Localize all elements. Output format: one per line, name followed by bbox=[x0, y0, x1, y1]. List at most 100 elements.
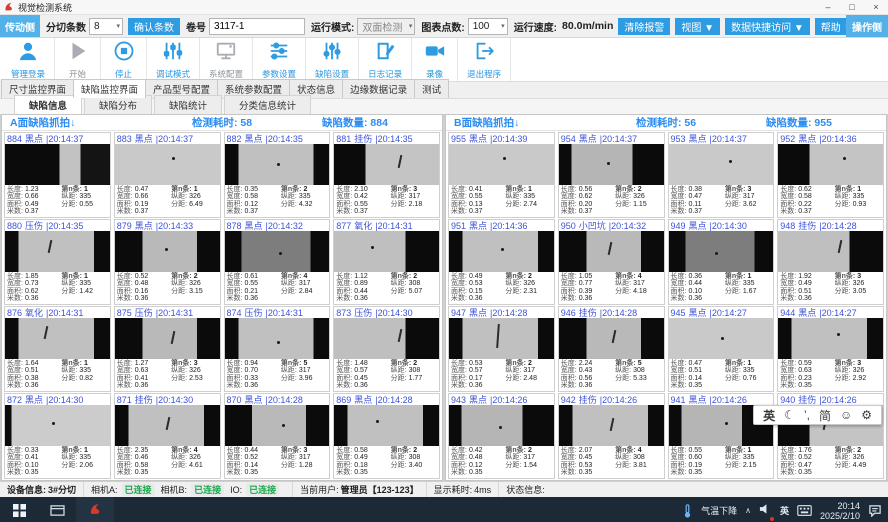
run-mode-select[interactable]: 双面检测 ▾ bbox=[357, 18, 415, 35]
detail-label: 第n条: bbox=[171, 360, 192, 367]
detail-label: 面积: bbox=[336, 201, 352, 208]
defect-cell[interactable]: 878黑点|20:14:32长度:0.61宽度:0.55面积:0.21米数:0.… bbox=[224, 219, 331, 305]
detail-value: 0.70 bbox=[244, 367, 258, 374]
weather-text[interactable]: 气温下降 bbox=[701, 504, 737, 517]
clear-alarm-button[interactable]: 清除报警 bbox=[618, 18, 670, 35]
maximize-button[interactable]: □ bbox=[840, 0, 864, 14]
confirm-count-button[interactable]: 确认条数 bbox=[128, 18, 180, 35]
main-tab-1[interactable]: 缺陷监控界面 bbox=[73, 79, 146, 98]
ribbon-button-slidersv[interactable]: 缺陷设置 bbox=[306, 38, 359, 81]
defect-cell[interactable]: 874压伤|20:14:31长度:0.94宽度:0.70面积:0.33米数:0.… bbox=[224, 306, 331, 392]
detail-label: 面积: bbox=[227, 462, 243, 469]
ime-emoji-icon[interactable]: ☺ bbox=[840, 408, 852, 422]
sub-tab-0[interactable]: 缺陷信息 bbox=[14, 95, 82, 114]
defect-details-right: 第n条:1纵距:326分距:6.49 bbox=[171, 186, 217, 216]
detail-value: 0.15 bbox=[469, 288, 483, 295]
defect-cell[interactable]: 946挂伤|20:14:28长度:2.24宽度:0.43面积:0.56米数:0.… bbox=[558, 306, 665, 392]
defect-cell[interactable]: 952黑点|20:14:36长度:0.62宽度:0.58面积:0.22米数:0.… bbox=[777, 132, 884, 218]
minimize-button[interactable]: – bbox=[816, 0, 840, 14]
defect-cell[interactable]: 948挂伤|20:14:28长度:1.92宽度:0.49面积:0.51米数:0.… bbox=[777, 219, 884, 305]
ime-lang-toggle[interactable]: 英 bbox=[763, 407, 775, 424]
defect-type: 黑点 bbox=[469, 394, 487, 405]
defect-cell[interactable]: 951黑点|20:14:36长度:0.49宽度:0.53面积:0.15米数:0.… bbox=[448, 219, 555, 305]
sub-tab-2[interactable]: 缺陷统计 bbox=[154, 95, 222, 114]
ribbon-button-journal[interactable]: 日志记录 bbox=[359, 38, 412, 81]
defect-cell[interactable]: 879黑点|20:14:33长度:0.52宽度:0.48面积:0.16米数:0.… bbox=[114, 219, 221, 305]
defect-cell[interactable]: 947黑点|20:14:28长度:0.53宽度:0.57面积:0.17米数:0.… bbox=[448, 306, 555, 392]
detail-row: 分距:6.49 bbox=[171, 201, 217, 209]
defect-cell[interactable]: 953黑点|20:14:37长度:0.38宽度:0.47面积:0.11米数:0.… bbox=[668, 132, 775, 218]
detail-label: 分距: bbox=[281, 288, 297, 295]
slit-count-select[interactable]: 8 ▾ bbox=[89, 18, 123, 35]
defect-details-left: 长度:1.64宽度:0.51面积:0.38米数:0.36 bbox=[7, 360, 61, 390]
taskbar-clock[interactable]: 20:14 2025/2/10 bbox=[820, 501, 860, 521]
ime-simplified-toggle[interactable]: 简 bbox=[819, 407, 831, 424]
roll-number-input[interactable] bbox=[209, 18, 305, 35]
main-tab-5[interactable]: 边缘数据记录 bbox=[342, 79, 415, 98]
defect-cell[interactable]: 870黑点|20:14:28长度:0.44宽度:0.52面积:0.14米数:0.… bbox=[224, 393, 331, 479]
defect-cell[interactable]: 955黑点|20:14:39长度:0.41宽度:0.55面积:0.13米数:0.… bbox=[448, 132, 555, 218]
ribbon-button-monitor[interactable]: 系统配置 bbox=[200, 38, 253, 81]
defect-cell[interactable]: 882黑点|20:14:35长度:0.35宽度:0.58面积:0.12米数:0.… bbox=[224, 132, 331, 218]
keyboard-icon[interactable] bbox=[797, 505, 812, 516]
defect-cell[interactable]: 949黑点|20:14:30长度:0.36宽度:0.44面积:0.10米数:0.… bbox=[668, 219, 775, 305]
ime-punctuation-icon[interactable]: ’, bbox=[804, 408, 810, 422]
detail-value: 0.44 bbox=[688, 280, 702, 287]
defect-type: 黑点 bbox=[579, 133, 597, 144]
taskbar-app-inspection[interactable] bbox=[76, 497, 114, 522]
ime-halfwidth-icon[interactable]: ☾ bbox=[784, 408, 795, 422]
drive-side-button[interactable]: 传动侧 bbox=[0, 15, 40, 37]
defect-cell[interactable]: 950小凹坑|20:14:32长度:1.05宽度:0.77面积:0.39米数:0… bbox=[558, 219, 665, 305]
ribbon-button-sliders[interactable]: 参数设置 bbox=[253, 38, 306, 81]
sub-tab-3[interactable]: 分类信息统计 bbox=[224, 95, 311, 114]
chart-points-select[interactable]: 100 ▾ bbox=[468, 18, 508, 35]
ime-language-bar[interactable]: 英 ☾ ’, 简 ☺ ⚙ bbox=[753, 405, 882, 425]
defect-cell[interactable]: 869黑点|20:14:28长度:0.58宽度:0.49面积:0.18米数:0.… bbox=[333, 393, 440, 479]
defect-cell[interactable]: 872黑点|20:14:30长度:0.33宽度:0.41面积:0.10米数:0.… bbox=[4, 393, 111, 479]
detail-label: 长度: bbox=[780, 186, 796, 193]
detail-label: 米数: bbox=[7, 295, 23, 302]
defect-cell[interactable]: 880压伤|20:14:35长度:1.85宽度:0.73面积:0.62米数:0.… bbox=[4, 219, 111, 305]
taskbar-app-explorer[interactable] bbox=[38, 497, 76, 522]
start-button[interactable] bbox=[0, 497, 38, 522]
volume-icon[interactable] bbox=[759, 502, 772, 520]
detail-value: 0.13 bbox=[469, 201, 483, 208]
detail-label: 宽度: bbox=[451, 193, 467, 200]
action-center-icon[interactable] bbox=[868, 504, 882, 517]
language-indicator[interactable]: 英 bbox=[780, 504, 789, 517]
detail-label: 分距: bbox=[725, 375, 741, 382]
ribbon-button-camera[interactable]: 录像 bbox=[412, 38, 458, 81]
defect-time: |20:14:26 bbox=[819, 395, 856, 405]
defect-details: 长度:2.35宽度:0.46面积:0.58米数:0.35第n条:4纵距:326分… bbox=[115, 446, 220, 478]
defect-details: 长度:1.85宽度:0.73面积:0.62米数:0.36第n条:1纵距:335分… bbox=[5, 272, 110, 304]
detail-value: 0.36 bbox=[25, 295, 39, 302]
defect-cell[interactable]: 876氧化|20:14:31长度:1.64宽度:0.51面积:0.38米数:0.… bbox=[4, 306, 111, 392]
view-menu-button[interactable]: 视图 ▼ bbox=[675, 18, 720, 35]
data-quick-access-menu-button[interactable]: 数据快捷访问 ▼ bbox=[725, 18, 810, 35]
defect-cell[interactable]: 884黑点|20:14:37长度:1.23宽度:0.66面积:0.49米数:0.… bbox=[4, 132, 111, 218]
defect-cell[interactable]: 944黑点|20:14:27长度:0.59宽度:0.63面积:0.23米数:0.… bbox=[777, 306, 884, 392]
defect-cell[interactable]: 943黑点|20:14:26长度:0.42宽度:0.48面积:0.12米数:0.… bbox=[448, 393, 555, 479]
defect-cell[interactable]: 875压伤|20:14:31长度:1.27宽度:0.63面积:0.41米数:0.… bbox=[114, 306, 221, 392]
detail-label: 分距: bbox=[171, 462, 187, 469]
ribbon-button-user[interactable]: 管理登录 bbox=[2, 38, 55, 81]
defect-cell[interactable]: 883黑点|20:14:37长度:0.47宽度:0.66面积:0.19米数:0.… bbox=[114, 132, 221, 218]
defect-cell[interactable]: 954黑点|20:14:37长度:0.56宽度:0.62面积:0.20米数:0.… bbox=[558, 132, 665, 218]
defect-cell[interactable]: 871挂伤|20:14:30长度:2.35宽度:0.46面积:0.58米数:0.… bbox=[114, 393, 221, 479]
defect-cell[interactable]: 942挂伤|20:14:26长度:2.07宽度:0.45面积:0.53米数:0.… bbox=[558, 393, 665, 479]
ribbon-button-exit[interactable]: 退出程序 bbox=[458, 38, 511, 81]
defect-cell[interactable]: 873压伤|20:14:30长度:1.48宽度:0.57面积:0.45米数:0.… bbox=[333, 306, 440, 392]
tray-expand-chevron[interactable]: ∧ bbox=[745, 506, 751, 515]
detail-label: 米数: bbox=[227, 382, 243, 389]
defect-cell[interactable]: 877氧化|20:14:31长度:1.12宽度:0.89面积:0.44米数:0.… bbox=[333, 219, 440, 305]
ribbon-button-tune[interactable]: 调试模式 bbox=[147, 38, 200, 81]
ribbon-button-stop[interactable]: 停止 bbox=[101, 38, 147, 81]
defect-cell-header: 950小凹坑|20:14:32 bbox=[559, 220, 664, 231]
operator-side-button[interactable]: 操作侧 bbox=[846, 15, 888, 37]
close-button[interactable]: × bbox=[864, 0, 888, 14]
defect-cell[interactable]: 945黑点|20:14:27长度:0.47宽度:0.51面积:0.14米数:0.… bbox=[668, 306, 775, 392]
ribbon-button-play[interactable]: 开始 bbox=[55, 38, 101, 81]
defect-cell[interactable]: 881挂伤|20:14:35长度:2.10宽度:0.42面积:0.55米数:0.… bbox=[333, 132, 440, 218]
ime-settings-icon[interactable]: ⚙ bbox=[861, 408, 872, 422]
main-tab-6[interactable]: 测试 bbox=[414, 79, 449, 98]
